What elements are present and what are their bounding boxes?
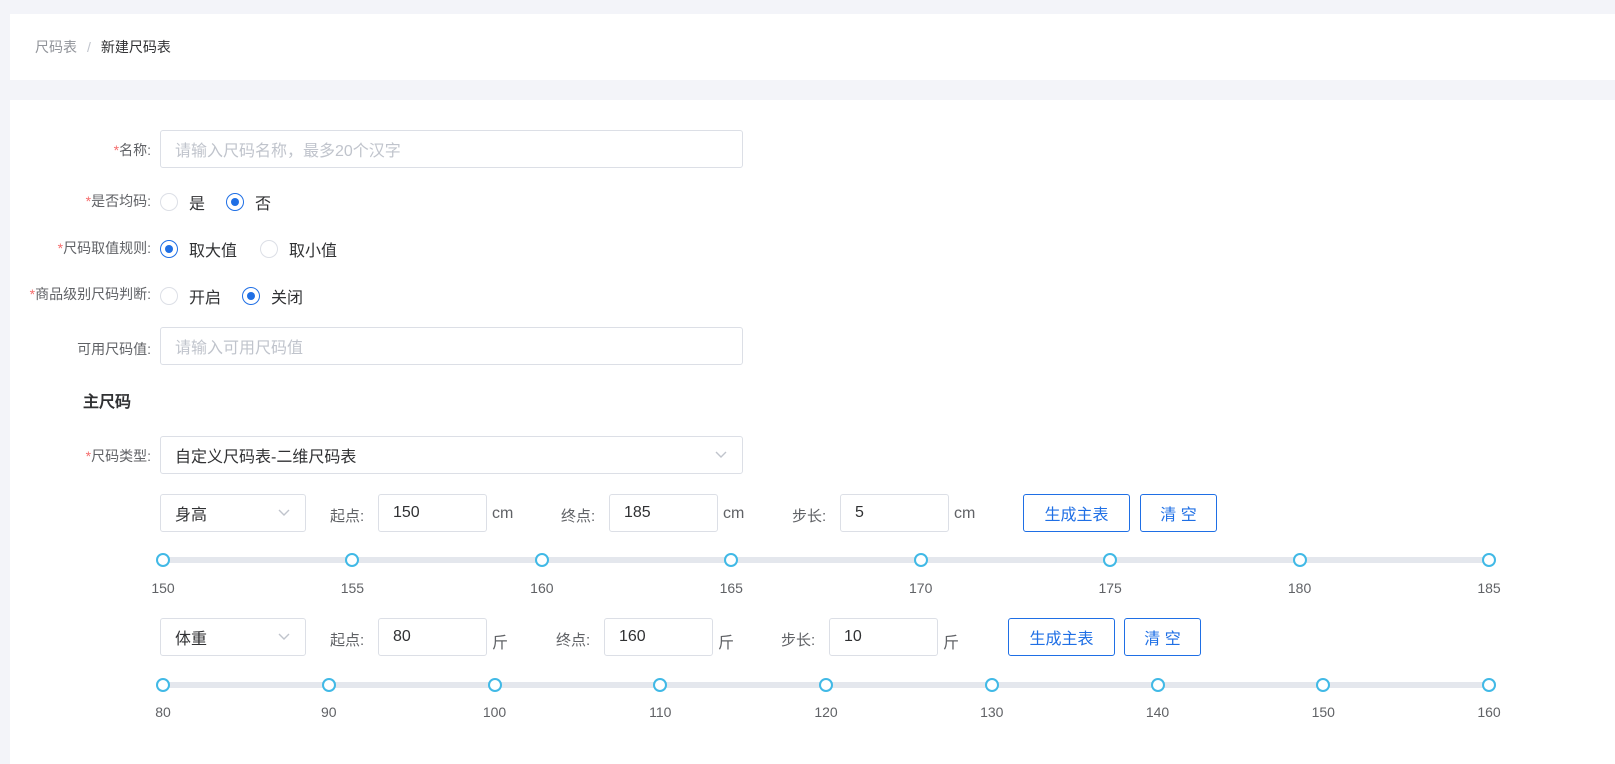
slider-tick-label: 185 — [1477, 580, 1501, 596]
slider-stop-dot[interactable] — [1316, 678, 1331, 692]
slider-stop-dot[interactable] — [819, 678, 833, 692]
slider-stop-dot[interactable] — [156, 678, 170, 692]
slider-stop-dot[interactable] — [1482, 678, 1496, 692]
rule-label: *尺码取值规则: — [57, 240, 151, 256]
chevron-down-icon — [277, 506, 291, 520]
slider-stop-dot[interactable] — [321, 678, 336, 692]
unit-label: 斤 — [492, 635, 509, 652]
breadcrumb-current: 新建尺码表 — [100, 39, 171, 55]
product-level-label: *商品级别尺码判断: — [29, 286, 151, 302]
slider-tick-label: 120 — [814, 704, 838, 720]
generate-button-weight[interactable]: 生成主表 — [1008, 618, 1115, 656]
start-label: 起点: — [330, 632, 365, 649]
step-label: 步长: — [781, 632, 816, 649]
slider-tick-label: 180 — [1287, 580, 1312, 596]
section-title: 主尺码 — [83, 394, 132, 411]
slider-stop-dot[interactable] — [345, 553, 360, 567]
chevron-down-icon — [714, 448, 728, 462]
unit-label: 斤 — [718, 635, 735, 652]
dimension-select-weight[interactable]: 体重 — [160, 618, 306, 656]
slider-stop-dot[interactable] — [1150, 678, 1165, 692]
form-panel: *名称: 请输入尺码名称，最多20个汉字 *是否均码: 是 否 *尺码取值规则:… — [10, 100, 1615, 764]
name-label: *名称: — [113, 142, 151, 158]
radio-uniform-yes[interactable]: 是 — [160, 190, 205, 214]
radio-checked-icon — [226, 193, 244, 211]
radio-checked-icon — [160, 240, 178, 258]
slider-track-height[interactable] — [163, 557, 1489, 563]
available-input[interactable]: 请输入可用尺码值 — [160, 327, 743, 365]
slider-tick-label: 150 — [1311, 704, 1335, 720]
slider-stop-dot[interactable] — [1103, 553, 1118, 567]
slider-tick-label: 170 — [909, 580, 933, 596]
start-input-weight[interactable]: 80 — [378, 618, 487, 656]
slider-tick-label: 110 — [649, 704, 672, 720]
slider-tick-label: 130 — [980, 704, 1004, 720]
slider-tick-label: 140 — [1145, 704, 1170, 720]
clear-button-weight[interactable]: 清 空 — [1124, 618, 1201, 656]
unit-label: cm — [954, 505, 976, 522]
name-input[interactable]: 请输入尺码名称，最多20个汉字 — [160, 130, 743, 168]
slider-stop-dot[interactable] — [156, 553, 170, 567]
slider-tick-label: 160 — [1477, 704, 1501, 720]
dimension-select-height[interactable]: 身高 — [160, 494, 306, 532]
slider-stop-dot[interactable] — [724, 553, 739, 567]
slider-stop-dot[interactable] — [984, 678, 999, 692]
size-type-select[interactable]: 自定义尺码表-二维尺码表 — [160, 436, 743, 474]
slider-tick-label: 80 — [155, 704, 171, 720]
slider-stop-dot[interactable] — [1292, 553, 1307, 567]
chevron-down-icon — [277, 630, 291, 644]
slider-tick-label: 160 — [530, 580, 554, 596]
end-input-weight[interactable]: 160 — [604, 618, 713, 656]
breadcrumb-parent-link[interactable]: 尺码表 — [35, 37, 77, 57]
available-label: 可用尺码值: — [77, 341, 151, 357]
size-type-label: *尺码类型: — [85, 448, 151, 464]
breadcrumb: 尺码表 / 新建尺码表 — [10, 14, 1615, 80]
clear-button-height[interactable]: 清 空 — [1140, 494, 1217, 532]
slider-stop-dot[interactable] — [653, 678, 668, 692]
slider-tick-label: 90 — [320, 704, 337, 720]
slider-tick-label: 175 — [1098, 580, 1122, 596]
step-label: 步长: — [792, 508, 827, 525]
start-label: 起点: — [330, 508, 365, 525]
is-uniform-label: *是否均码: — [85, 193, 151, 209]
slider-stop-dot[interactable] — [1482, 553, 1496, 567]
slider-stop-dot[interactable] — [487, 678, 502, 692]
slider-tick-label: 150 — [151, 580, 175, 596]
end-input-height[interactable]: 185 — [609, 494, 718, 532]
radio-rule-max[interactable]: 取大值 — [160, 237, 237, 261]
slider-tick-label: 100 — [482, 704, 507, 720]
step-input-height[interactable]: 5 — [840, 494, 949, 532]
step-input-weight[interactable]: 10 — [829, 618, 938, 656]
unit-label: cm — [723, 505, 745, 522]
radio-product-level-off[interactable]: 关闭 — [242, 284, 303, 308]
radio-rule-min[interactable]: 取小值 — [260, 237, 337, 261]
radio-checked-icon — [242, 287, 260, 305]
radio-unchecked-icon — [160, 193, 178, 211]
radio-uniform-no[interactable]: 否 — [226, 190, 271, 214]
slider-stop-dot[interactable] — [913, 553, 928, 567]
radio-product-level-on[interactable]: 开启 — [160, 284, 221, 308]
generate-button-height[interactable]: 生成主表 — [1023, 494, 1130, 532]
unit-label: cm — [492, 505, 514, 522]
slider-tick-label: 155 — [340, 580, 365, 596]
slider-tick-label: 165 — [719, 580, 743, 596]
breadcrumb-separator: / — [87, 39, 91, 55]
end-label: 终点: — [556, 632, 591, 649]
radio-unchecked-icon — [160, 287, 178, 305]
radio-unchecked-icon — [260, 240, 278, 258]
slider-stop-dot[interactable] — [534, 553, 549, 567]
unit-label: 斤 — [943, 635, 960, 652]
end-label: 终点: — [561, 508, 596, 525]
start-input-height[interactable]: 150 — [378, 494, 487, 532]
